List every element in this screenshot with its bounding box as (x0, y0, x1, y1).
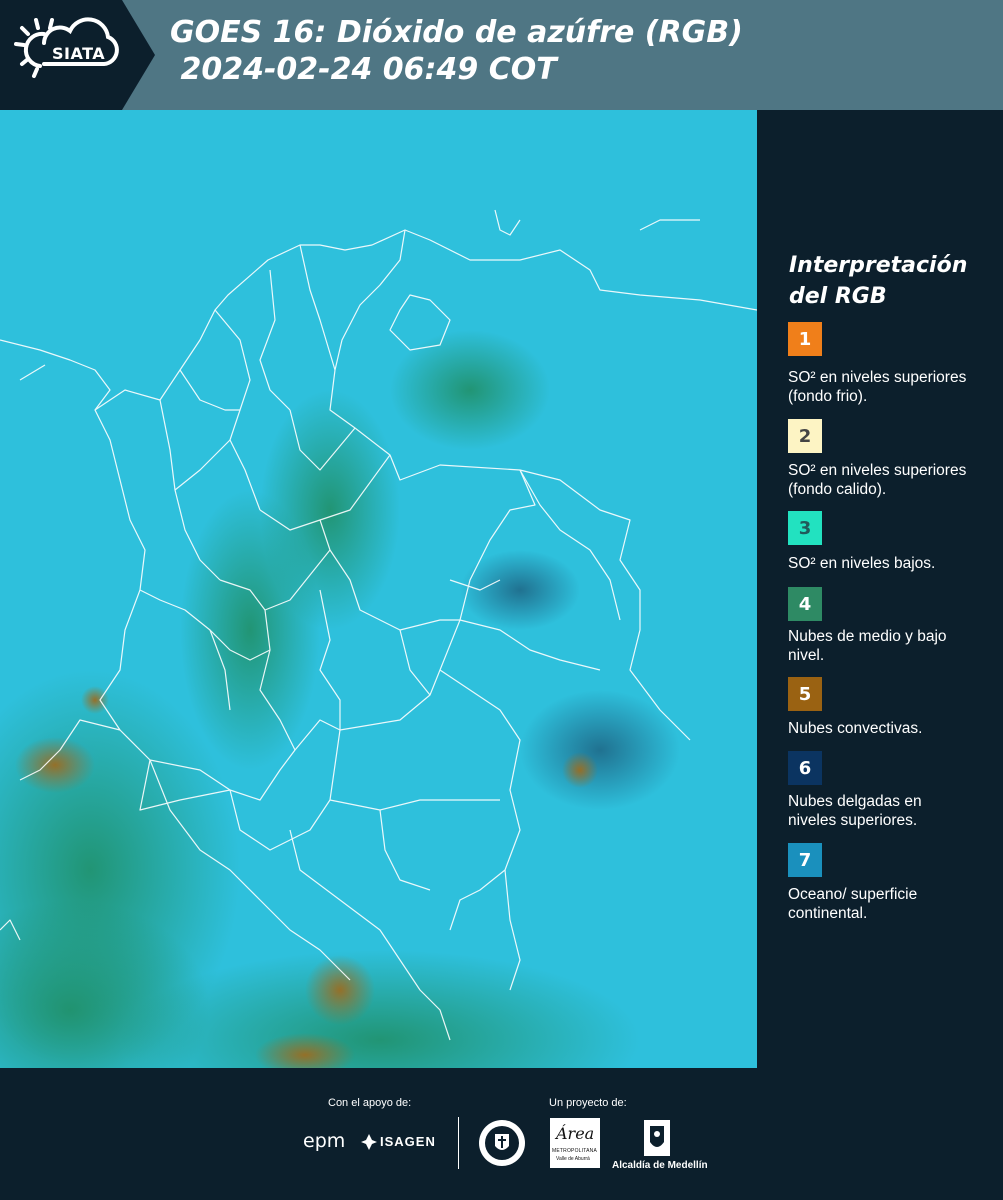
project-label: Un proyecto de: (549, 1097, 627, 1109)
siata-logo-text: SIATA (52, 44, 106, 63)
legend-label-6: Nubes delgadas en niveles superiores. (788, 793, 922, 829)
isagen-logo: ISAGEN (380, 1134, 436, 1149)
page-title: GOES 16: Dióxido de azúfre (RGB) 2024-02… (170, 15, 743, 87)
legend-swatch-7: 7 (788, 843, 822, 877)
legend-swatch-2: 2 (788, 419, 822, 453)
legend-number-1: 1 (798, 328, 812, 350)
area-logo-text: Área (556, 1124, 595, 1143)
area-metropolitana-logo: Área METROPOLITANA Valle de Aburrá (550, 1118, 600, 1168)
isagen-symbol-icon (361, 1134, 377, 1150)
legend-label-7: Oceano/ superficie continental. (788, 886, 918, 922)
alcaldia-shield-icon (644, 1120, 670, 1156)
siata-logo: SIATA (0, 0, 155, 110)
legend-number-5: 5 (798, 683, 812, 705)
legend-title: Interpretación del RGB (789, 253, 968, 309)
legend-swatch-1: 1 (788, 322, 822, 356)
legend-label-2: SO² en niveles superiores (fondo calido)… (788, 462, 967, 498)
legend-swatch-5: 5 (788, 677, 822, 711)
legend-swatch-3: 3 (788, 511, 822, 545)
header-bar: SIATA GOES 16: Dióxido de azúfre (RGB) 2… (0, 0, 1003, 110)
legend-swatch-4: 4 (788, 587, 822, 621)
medellin-seal-icon (479, 1120, 525, 1166)
legend-number-3: 3 (798, 517, 812, 539)
legend-label-5: Nubes convectivas. (788, 720, 923, 737)
legend-label-4: Nubes de medio y bajo nivel. (788, 628, 947, 664)
legend-swatch-6: 6 (788, 751, 822, 785)
rgb-composite-image (0, 110, 757, 1070)
legend-number-6: 6 (798, 757, 812, 779)
legend-label-1: SO² en niveles superiores (fondo frio). (788, 369, 967, 405)
satellite-map (0, 110, 757, 1070)
alcaldia-medellin-label: Alcaldía de Medellín (612, 1160, 708, 1171)
legend-label-3: SO² en niveles bajos. (788, 555, 936, 572)
legend-number-2: 2 (798, 425, 812, 447)
valle-text: Valle de Aburrá (556, 1156, 590, 1162)
legend-number-7: 7 (798, 849, 812, 871)
footer-divider (458, 1117, 459, 1169)
legend-number-4: 4 (798, 593, 812, 615)
metropolitana-text: METROPOLITANA (552, 1148, 598, 1154)
epm-logo: epm (303, 1130, 346, 1152)
support-label: Con el apoyo de: (328, 1097, 412, 1109)
